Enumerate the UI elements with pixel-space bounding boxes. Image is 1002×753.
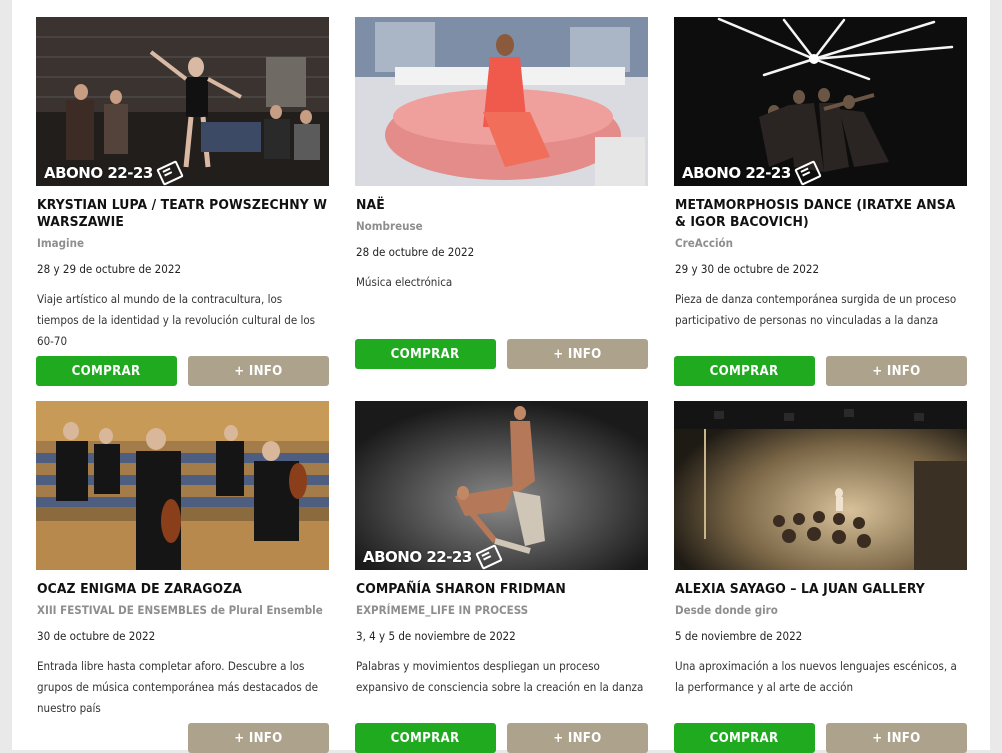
event-listing: ABONO 22-23 KRYSTIAN LUPA / TEATR POWSZE… [12,0,990,753]
ticket-icon [156,160,184,186]
event-card: ABONO 22-23 COMPAÑÍA SHARON FRIDMAN EXPR… [355,401,649,753]
event-date: 3, 4 y 5 de noviembre de 2022 [356,629,516,643]
event-date: 28 y 29 de octubre de 2022 [37,262,182,276]
event-card: NAË Nombreuse 28 de octubre de 2022 Músi… [355,17,649,369]
event-title[interactable]: NAË [356,197,649,214]
event-date: 29 y 30 de octubre de 2022 [675,262,820,276]
event-description: Entrada libre hasta completar aforo. Des… [37,659,318,715]
abono-badge: ABONO 22-23 [363,544,503,570]
event-actions: + INFO [36,723,329,753]
event-image[interactable] [674,401,967,570]
event-subtitle: Imagine [37,236,84,250]
info-button[interactable]: + INFO [826,356,967,386]
event-image[interactable] [355,17,648,186]
event-actions: COMPRAR + INFO [674,356,967,386]
event-photo [674,17,967,186]
abono-label: ABONO 22-23 [363,548,472,566]
event-description: Pieza de danza contemporánea surgida de … [675,292,957,327]
event-actions: COMPRAR + INFO [355,723,648,753]
event-description: Palabras y movimientos despliegan un pro… [356,659,644,694]
event-image[interactable]: ABONO 22-23 [674,17,967,186]
event-photo [36,17,329,186]
event-title[interactable]: ALEXIA SAYAGO – LA JUAN GALLERY [675,581,968,598]
event-card: OCAZ ENIGMA DE ZARAGOZA XIII FESTIVAL DE… [36,401,330,753]
event-subtitle: EXPRÍMEME_LIFE IN PROCESS [356,603,529,617]
event-photo [355,401,648,570]
event-image[interactable] [36,401,329,570]
event-date: 5 de noviembre de 2022 [675,629,803,643]
event-date: 28 de octubre de 2022 [356,245,475,259]
info-button[interactable]: + INFO [826,723,967,753]
abono-badge: ABONO 22-23 [682,160,822,186]
event-card: ABONO 22-23 METAMORPHOSIS DANCE (IRATXE … [674,17,968,386]
info-button[interactable]: + INFO [188,723,329,753]
ticket-icon [475,544,503,570]
event-date: 30 de octubre de 2022 [37,629,156,643]
event-actions: COMPRAR + INFO [36,356,329,386]
buy-button[interactable]: COMPRAR [355,723,496,753]
buy-button[interactable]: COMPRAR [355,339,496,369]
event-description: Música electrónica [356,275,453,289]
event-card: ALEXIA SAYAGO – LA JUAN GALLERY Desde do… [674,401,968,753]
abono-label: ABONO 22-23 [44,164,153,182]
buy-button[interactable]: COMPRAR [674,356,815,386]
abono-label: ABONO 22-23 [682,164,791,182]
buy-button[interactable]: COMPRAR [674,723,815,753]
abono-badge: ABONO 22-23 [44,160,184,186]
event-photo [674,401,967,570]
event-title[interactable]: KRYSTIAN LUPA / TEATR POWSZECHNY W WARSZ… [37,197,330,231]
info-button[interactable]: + INFO [507,339,648,369]
buy-button[interactable]: COMPRAR [36,356,177,386]
event-image[interactable]: ABONO 22-23 [36,17,329,186]
info-button[interactable]: + INFO [507,723,648,753]
event-subtitle: XIII FESTIVAL DE ENSEMBLES de Plural Ens… [37,603,323,617]
event-title[interactable]: COMPAÑÍA SHARON FRIDMAN [356,581,649,598]
event-image[interactable]: ABONO 22-23 [355,401,648,570]
ticket-icon [794,160,822,186]
event-photo [355,17,648,186]
event-title[interactable]: METAMORPHOSIS DANCE (IRATXE ANSA & IGOR … [675,197,968,231]
event-subtitle: Nombreuse [356,219,423,233]
event-subtitle: Desde donde giro [675,603,778,617]
event-description: Viaje artístico al mundo de la contracul… [37,292,316,348]
event-card: ABONO 22-23 KRYSTIAN LUPA / TEATR POWSZE… [36,17,330,386]
event-actions: COMPRAR + INFO [355,339,648,369]
event-description: Una aproximación a los nuevos lenguajes … [675,659,957,694]
event-subtitle: CreAcción [675,236,734,250]
info-button[interactable]: + INFO [188,356,329,386]
event-actions: COMPRAR + INFO [674,723,967,753]
event-title[interactable]: OCAZ ENIGMA DE ZARAGOZA [37,581,330,598]
event-photo [36,401,329,570]
